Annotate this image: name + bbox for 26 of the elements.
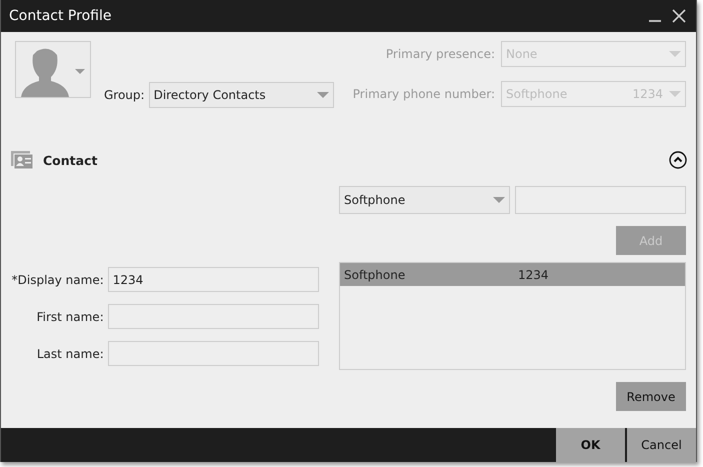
- ok-button[interactable]: OK: [556, 428, 625, 462]
- text-field[interactable]: [108, 304, 319, 329]
- group-label: Group:: [104, 88, 145, 102]
- window-title: Contact Profile: [9, 8, 112, 24]
- text-field[interactable]: 1234: [108, 267, 319, 292]
- cancel-button[interactable]: Cancel: [627, 428, 696, 462]
- caret-icon: [493, 197, 505, 203]
- avatar-picker[interactable]: [15, 41, 91, 98]
- caret-icon: [669, 51, 681, 57]
- close-icon[interactable]: [672, 9, 686, 23]
- phone-number-field[interactable]: [515, 186, 686, 214]
- field-label: Last name:: [36, 346, 104, 360]
- phone-list-item[interactable]: Softphone 1234: [340, 263, 685, 286]
- group-dropdown[interactable]: Directory Contacts: [148, 82, 334, 108]
- contact-card-icon: [11, 151, 35, 169]
- caret-icon: [669, 91, 681, 97]
- text-field[interactable]: [108, 341, 319, 366]
- caret-icon: [316, 92, 329, 98]
- primary-phone-label: Primary phone number:: [352, 87, 495, 101]
- field-label: First name:: [36, 310, 104, 324]
- primary-presence-label: Primary presence:: [386, 47, 495, 61]
- phone-type-dropdown[interactable]: Softphone: [339, 186, 510, 214]
- field-label: *Display name:: [10, 272, 104, 286]
- collapse-icon[interactable]: [669, 151, 687, 169]
- remove-button[interactable]: Remove: [616, 382, 686, 411]
- section-title: Contact: [43, 152, 98, 168]
